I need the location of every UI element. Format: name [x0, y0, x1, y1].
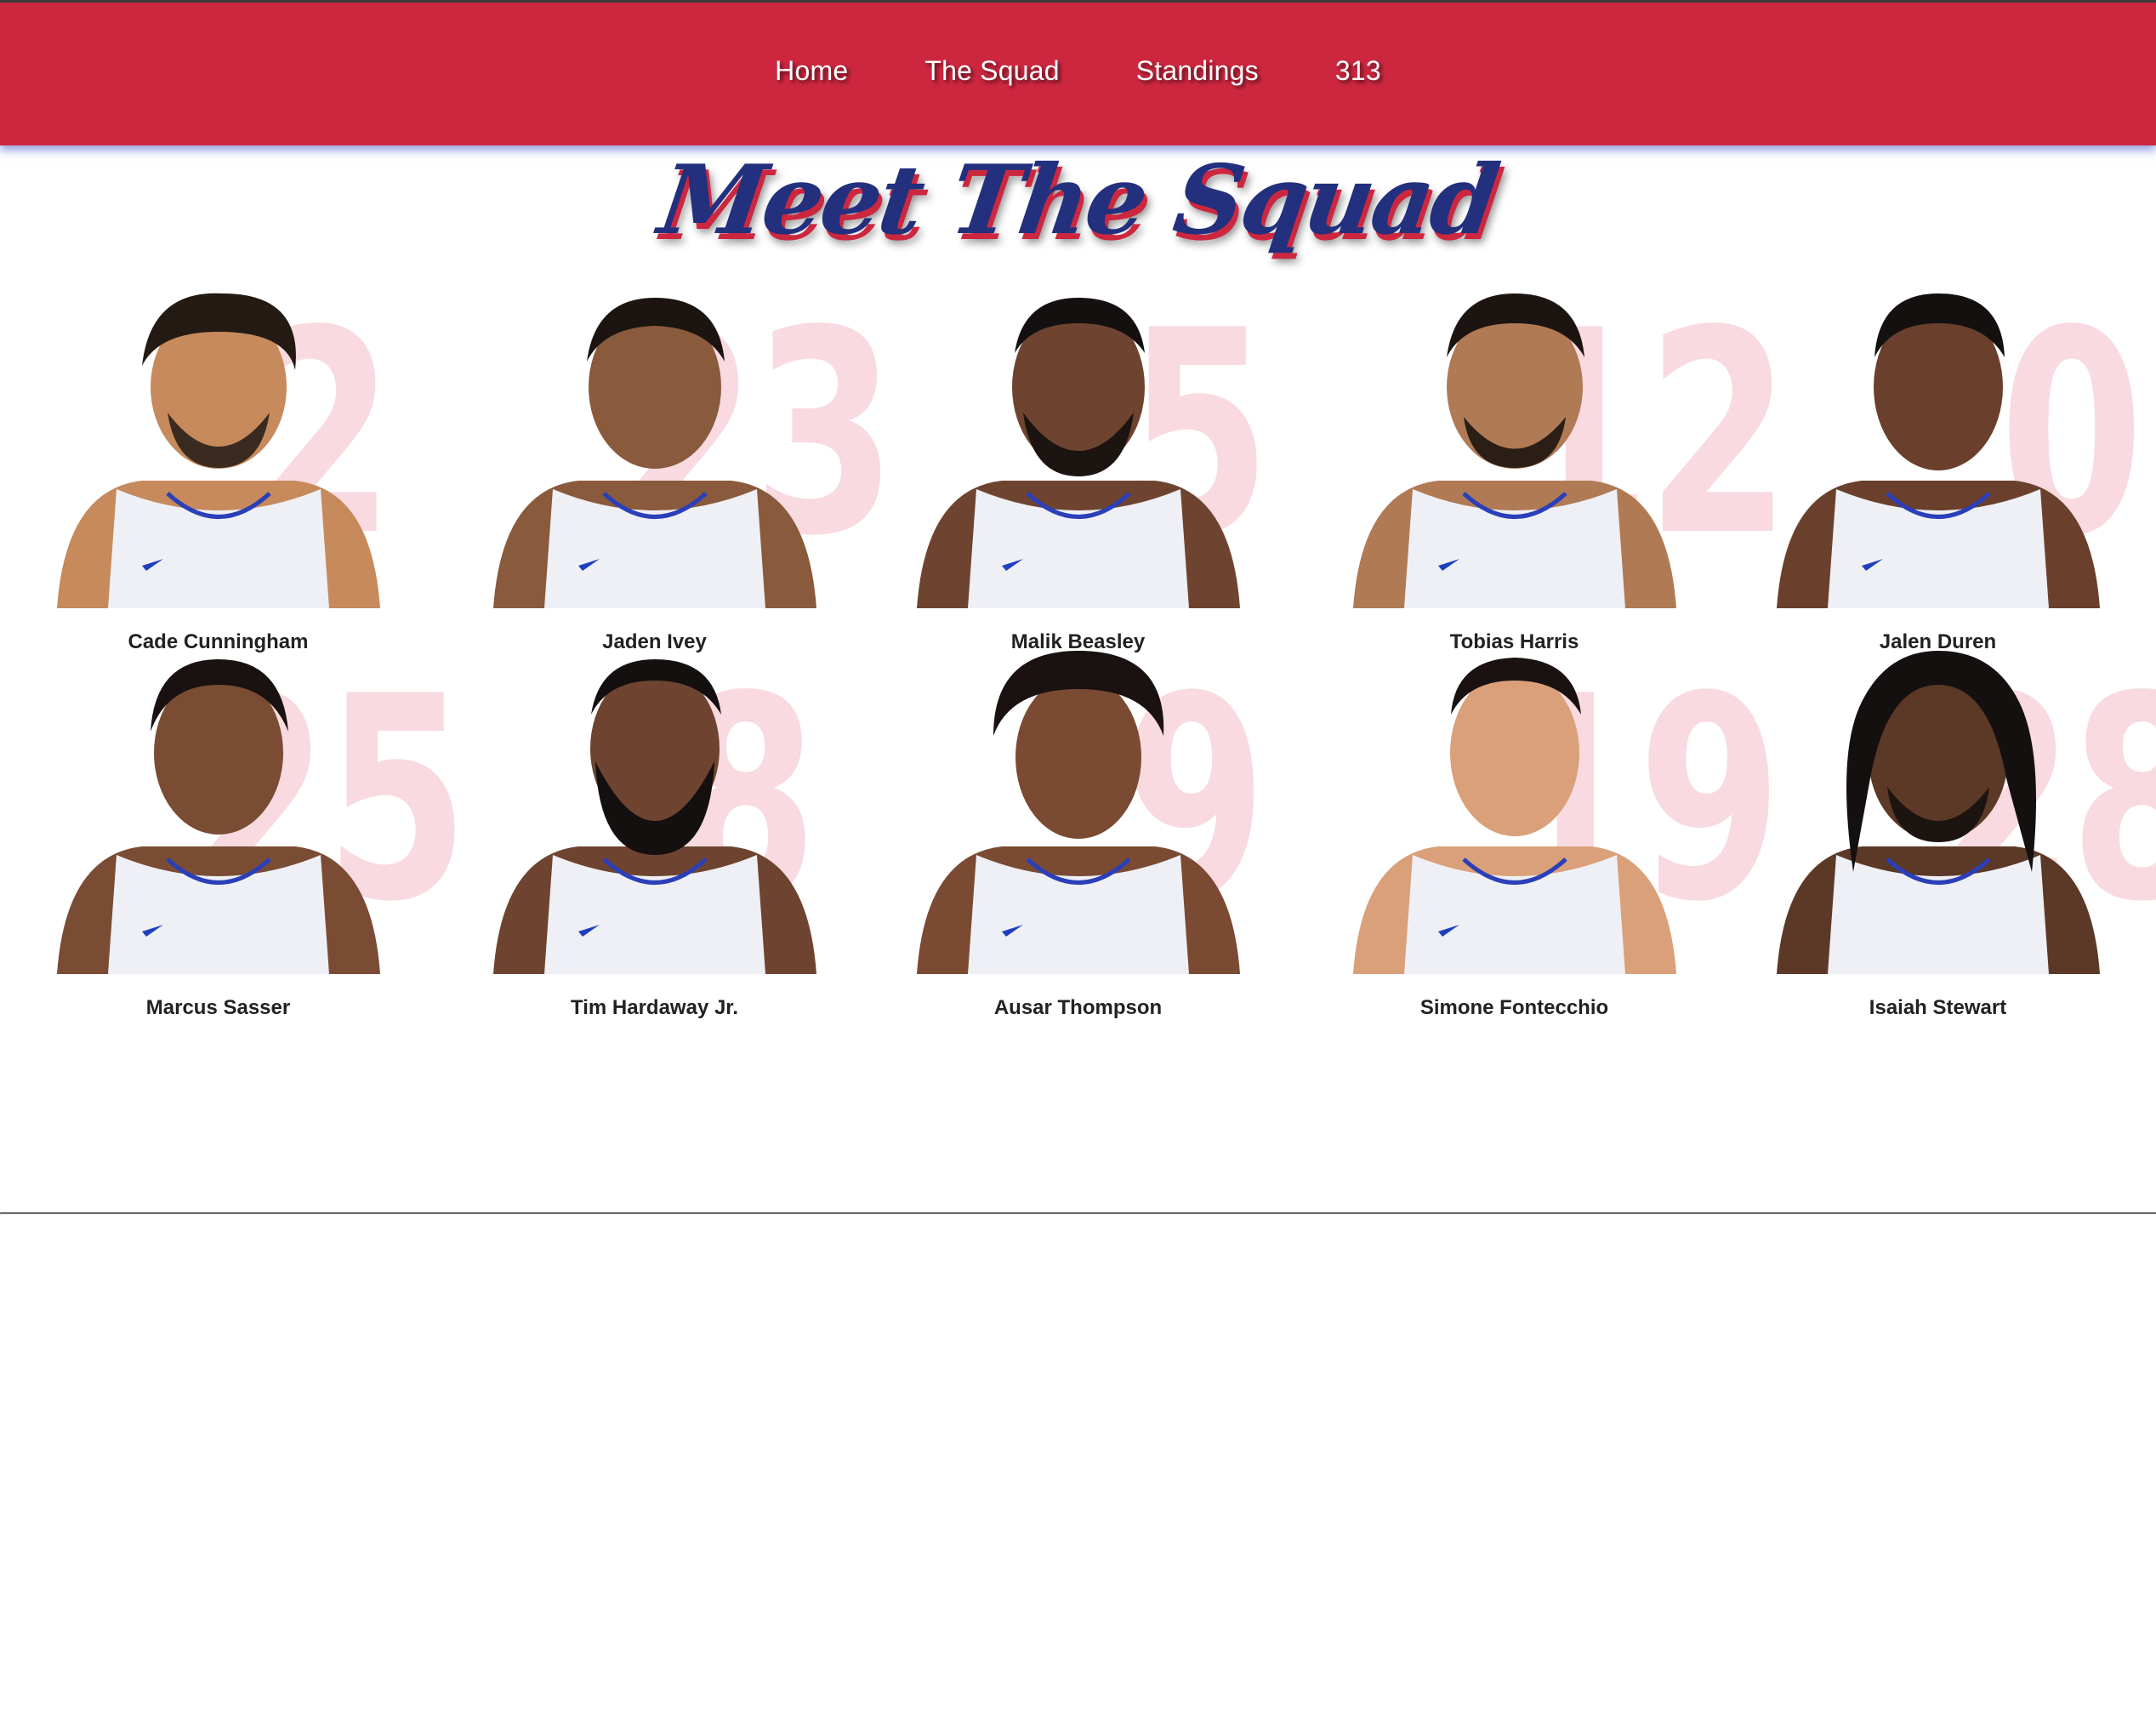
player-card-malik-beasley[interactable]: 5 Malik Beasley [860, 293, 1296, 659]
player-headshot [492, 659, 816, 974]
page-title: Meet The Squad [652, 145, 1504, 256]
player-name: Jalen Duren [1879, 630, 1997, 653]
nav-home-link[interactable]: Home [775, 55, 848, 87]
player-name: Ausar Thompson [993, 996, 1163, 1019]
player-card-ausar-thompson[interactable]: 9 Ausar Thompson [860, 651, 1296, 1025]
player-card-tim-hardaway-jr[interactable]: 8 Tim Hardaway Jr. [436, 659, 873, 1025]
nav-the-squad-link[interactable]: The Squad [924, 55, 1059, 87]
player-headshot [1352, 658, 1676, 974]
player-headshot [56, 659, 380, 974]
player-headshot [916, 651, 1240, 974]
top-navigation-bar: Home The Squad Standings 313 [0, 0, 2156, 145]
player-name: Tobias Harris [1449, 630, 1579, 653]
player-name: Isaiah Stewart [1869, 996, 2007, 1019]
main-nav: Home The Squad Standings 313 [0, 55, 2156, 87]
player-card-isaiah-stewart[interactable]: 28 Isaiah Stewart [1720, 651, 2156, 1025]
player-card-jalen-duren[interactable]: 0 Jalen Duren [1720, 293, 2156, 659]
player-headshot [56, 293, 380, 608]
player-card-simone-fontecchio[interactable]: 19 Simone Fontecchio [1296, 658, 1783, 1025]
player-headshot [1352, 293, 1676, 608]
player-name: Simone Fontecchio [1419, 996, 1609, 1019]
player-name: Jaden Ivey [602, 630, 707, 653]
player-name: Tim Hardaway Jr. [571, 996, 738, 1019]
player-name: Malik Beasley [1010, 630, 1146, 653]
player-card-jaden-ivey[interactable]: 23 Jaden Ivey [436, 293, 897, 659]
nav-standings-link[interactable]: Standings [1136, 55, 1259, 87]
player-headshot [1776, 651, 2100, 974]
player-card-cade-cunningham[interactable]: 2 Cade Cunningham [0, 293, 436, 659]
nav-313-link[interactable]: 313 [1335, 55, 1381, 87]
player-name: Marcus Sasser [145, 996, 291, 1019]
player-card-tobias-harris[interactable]: 12 Tobias Harris [1296, 293, 1791, 659]
player-headshot [492, 298, 816, 608]
player-name: Cade Cunningham [128, 630, 309, 653]
footer-divider [0, 1212, 2156, 1215]
player-card-marcus-sasser[interactable]: 25 Marcus Sasser [0, 659, 469, 1025]
player-headshot [1776, 293, 2100, 608]
player-headshot [916, 298, 1240, 608]
